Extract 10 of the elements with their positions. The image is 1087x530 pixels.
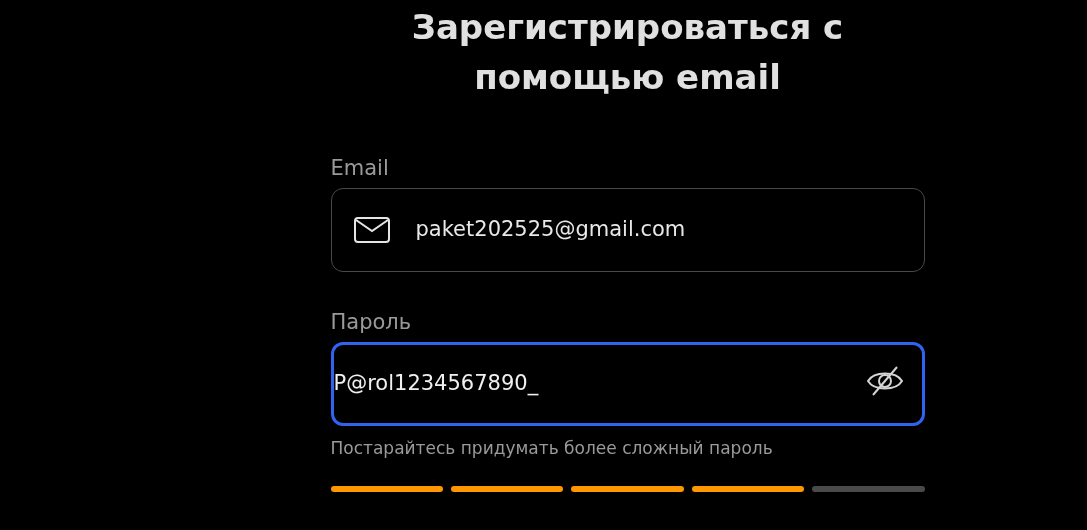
field-label: Email: [330, 155, 390, 182]
password-input[interactable]: P@rol1234567890_: [333, 368, 866, 400]
hide-password-button[interactable]: [865, 364, 904, 397]
email-input[interactable]: paket202525@gmail.com: [415, 214, 924, 246]
page-title: Зарегистрироваться с помощью email: [410, 6, 845, 99]
password-field[interactable]: P@rol1234567890_: [330, 342, 925, 426]
email-field[interactable]: paket202525@gmail.com: [330, 188, 925, 272]
password-hint: Постарайтесь придумать более сложный пароль: [330, 437, 774, 460]
envelope-icon: [353, 217, 390, 243]
field-label: Пароль: [330, 309, 413, 336]
